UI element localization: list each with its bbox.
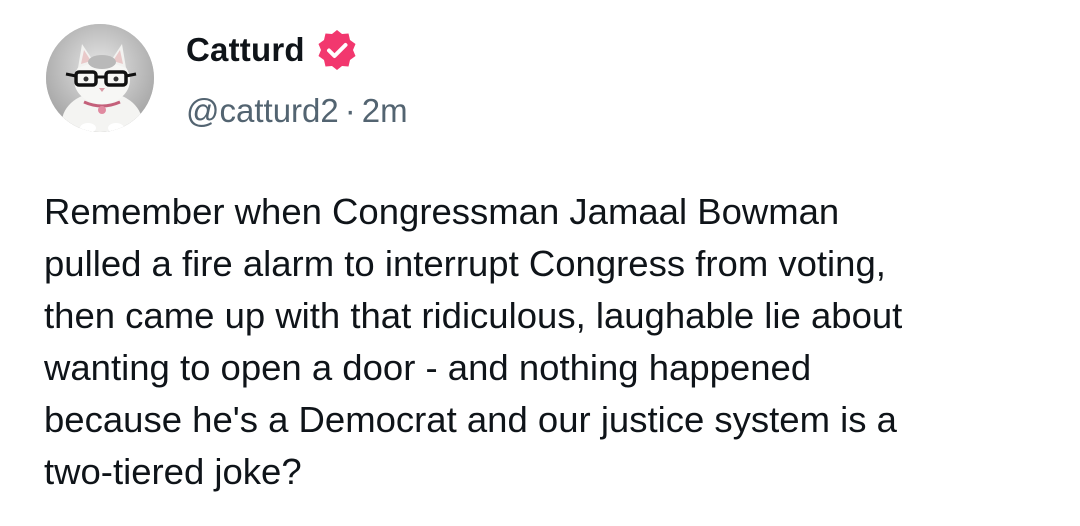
author-handle[interactable]: @catturd2 — [186, 92, 339, 129]
author-meta-row: @catturd2 · 2m — [186, 92, 408, 130]
meta-separator: · — [344, 92, 356, 129]
post-timestamp[interactable]: 2m — [362, 92, 408, 129]
avatar[interactable] — [46, 24, 154, 132]
post-card: Catturd @catturd2 · 2m Remember when Congr… — [0, 0, 1080, 526]
verified-badge-icon — [315, 28, 359, 72]
post-text: Remember when Congressman Jamaal Bowman … — [44, 191, 903, 492]
display-name[interactable]: Catturd — [186, 31, 305, 69]
cat-avatar-image — [46, 24, 154, 132]
author-name-row: Catturd — [186, 28, 359, 72]
